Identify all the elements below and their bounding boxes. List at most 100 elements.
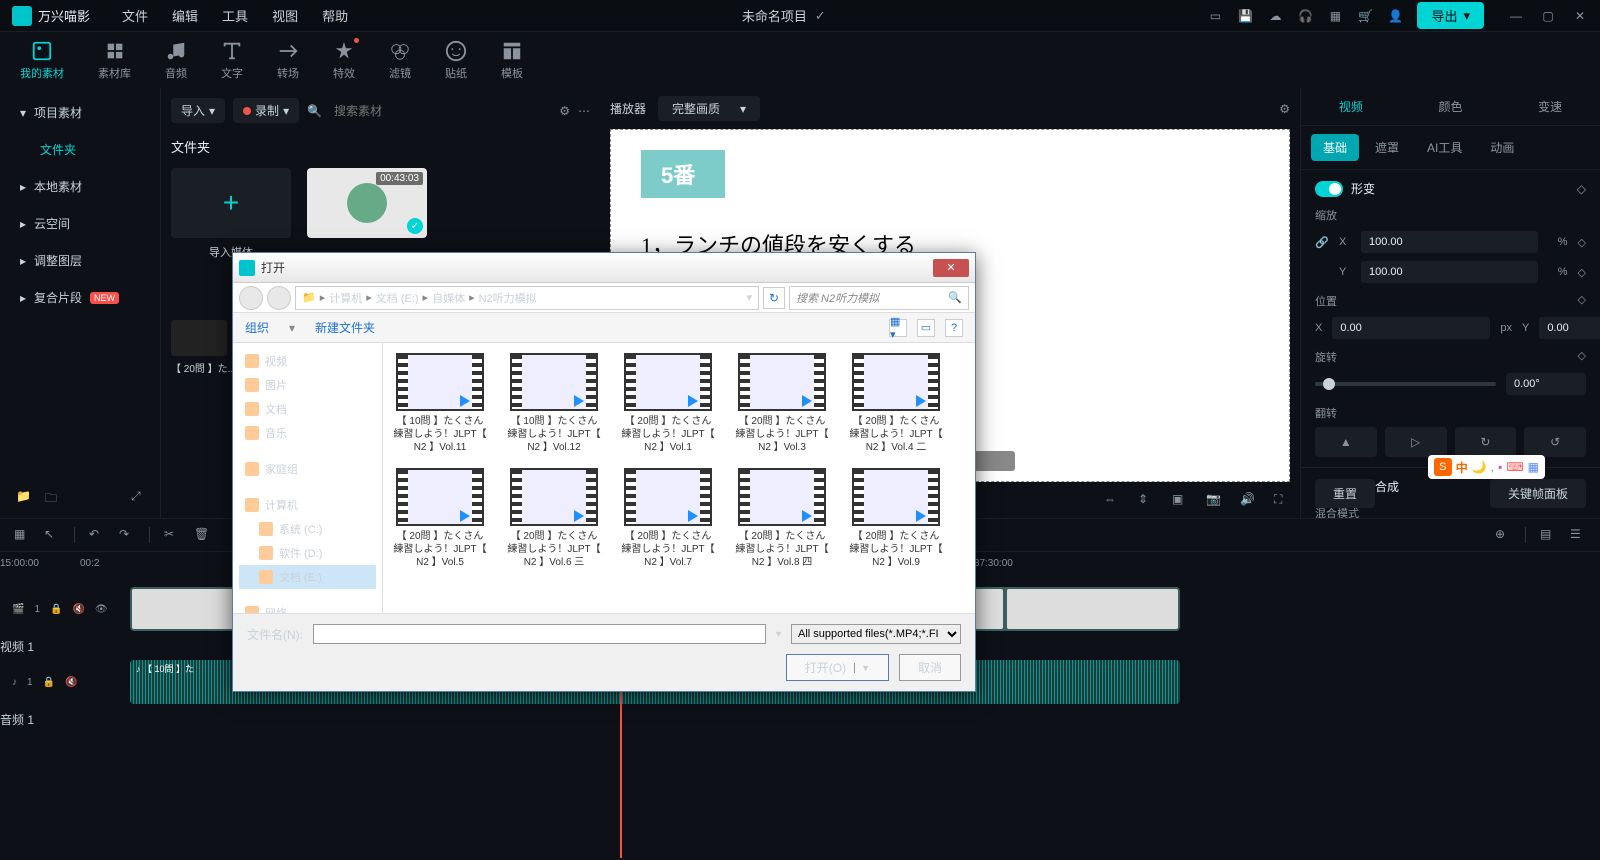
media-search-input[interactable] (330, 100, 551, 122)
tree-node[interactable]: 文档 (E:) (239, 565, 376, 589)
lock-icon[interactable]: 🔒 (50, 604, 62, 615)
tab-text[interactable]: 文字 (221, 40, 243, 81)
fullscreen-icon[interactable]: ⛶ (1274, 492, 1290, 508)
tree-node[interactable]: 家庭组 (239, 457, 376, 481)
menu-file[interactable]: 文件 (110, 6, 160, 25)
expand-icon[interactable]: ⤢ (131, 489, 141, 510)
tree-node[interactable]: 视频 (239, 349, 376, 373)
rotation-slider[interactable] (1315, 382, 1496, 386)
pos-x-input[interactable] (1332, 317, 1490, 339)
ptab-color[interactable]: 颜色 (1401, 88, 1501, 125)
tree-node[interactable]: 系统 (C:) (239, 517, 376, 541)
flip-v-icon[interactable]: ⇕ (1138, 492, 1154, 508)
link-icon[interactable]: 🔗 (1315, 236, 1329, 249)
sidebar-item-project[interactable]: ▾项目素材 (0, 94, 160, 131)
menu-help[interactable]: 帮助 (310, 6, 360, 25)
keyframe-panel-button[interactable]: 关键帧面板 (1490, 479, 1586, 508)
visibility-icon[interactable]: 👁 (95, 604, 108, 615)
snapshot-icon[interactable]: 📷 (1206, 492, 1222, 508)
crop-icon[interactable]: ▣ (1172, 492, 1188, 508)
quality-dropdown[interactable]: 完整画质▾ (658, 96, 760, 121)
ptab-speed[interactable]: 变速 (1500, 88, 1600, 125)
minimize-icon[interactable]: — (1508, 8, 1524, 24)
sidebar-item-compound[interactable]: ▸复合片段NEW (0, 279, 160, 316)
stab-ai[interactable]: AI工具 (1415, 134, 1474, 161)
grid-icon[interactable]: ▤ (1540, 527, 1556, 543)
video-track-icon[interactable]: 🎬 (12, 604, 24, 615)
file-item[interactable]: 【 20問 】たくさん練習しよう！JLPT【 N2 】Vol.4 二 (849, 353, 943, 454)
file-item[interactable]: 【 20問 】たくさん練習しよう！JLPT【 N2 】Vol.8 四 (735, 468, 829, 569)
moon-icon[interactable]: 🌙 (1472, 460, 1487, 474)
view-mode-button[interactable]: ▦ ▾ (889, 319, 907, 337)
headphones-icon[interactable]: 🎧 (1297, 8, 1313, 24)
stab-basic[interactable]: 基础 (1311, 134, 1359, 161)
tab-stickers[interactable]: 贴纸 (445, 40, 467, 81)
redo-icon[interactable]: ↷ (119, 527, 135, 543)
nav-back-button[interactable] (239, 286, 263, 310)
sidebar-item-cloud[interactable]: ▸云空间 (0, 205, 160, 242)
tree-node[interactable]: 网络 (239, 601, 376, 613)
zoom-in-icon[interactable]: ⊕ (1495, 527, 1511, 543)
scale-x-input[interactable] (1361, 231, 1538, 253)
keyframe-icon[interactable]: ◇ (1578, 349, 1586, 365)
tab-templates[interactable]: 模板 (501, 40, 523, 81)
tree-node[interactable]: 音乐 (239, 421, 376, 445)
open-dropdown-icon[interactable]: ▼ (854, 663, 870, 673)
mute-icon[interactable]: 🔇 (65, 677, 77, 688)
user-icon[interactable]: 👤 (1387, 8, 1403, 24)
rotation-input[interactable] (1506, 373, 1586, 395)
open-button[interactable]: 打开(O) ▼ (786, 654, 889, 681)
ime-toolbar[interactable]: S 中 🌙 , ▪ ⌨ ▦ (1428, 455, 1545, 479)
filter-select[interactable]: All supported files(*.MP4;*.FI (791, 624, 961, 644)
sidebar-item-folder[interactable]: 文件夹 (0, 131, 160, 168)
cart-icon[interactable]: 🛒 (1357, 8, 1373, 24)
import-dropdown[interactable]: 导入▾ (171, 98, 225, 123)
file-item[interactable]: 【 10問 】たくさん練習しよう！JLPT【 N2 】Vol.11 (393, 353, 487, 454)
folder-icon[interactable]: 🗀 (45, 489, 57, 510)
file-item[interactable]: 【 20問 】たくさん練習しよう！JLPT【 N2 】Vol.5 (393, 468, 487, 569)
player-settings-icon[interactable]: ⚙ (1279, 102, 1290, 116)
organize-button[interactable]: 组织 (245, 319, 269, 336)
tree-node[interactable]: 图片 (239, 373, 376, 397)
maximize-icon[interactable]: ▢ (1540, 8, 1556, 24)
flip-h-icon[interactable]: ⇔ (1104, 492, 1120, 508)
sidebar-item-adjust[interactable]: ▸调整图层 (0, 242, 160, 279)
tab-effects[interactable]: 特效 (333, 40, 355, 81)
filename-input[interactable] (313, 624, 766, 644)
import-media-button[interactable]: + (171, 168, 291, 238)
save-icon[interactable]: 💾 (1237, 8, 1253, 24)
pos-y-input[interactable] (1539, 317, 1600, 339)
reset-button[interactable]: 重置 (1315, 479, 1375, 508)
ptab-video[interactable]: 视频 (1301, 88, 1401, 125)
cursor-icon[interactable]: ↖ (44, 527, 60, 543)
transform-reset-icon[interactable]: ◇ (1577, 182, 1586, 196)
dialog-close-button[interactable]: ✕ (933, 259, 969, 277)
help-button[interactable]: ? (945, 319, 963, 337)
filter-icon[interactable]: ⚙ (559, 104, 570, 118)
cut-icon[interactable]: ✂ (164, 527, 180, 543)
tree-node[interactable]: 计算机 (239, 493, 376, 517)
list-icon[interactable]: ☰ (1570, 527, 1586, 543)
tab-audio[interactable]: 音频 (165, 40, 187, 81)
file-item[interactable]: 【 20問 】たくさん練習しよう！JLPT【 N2 】Vol.1 (621, 353, 715, 454)
nav-forward-button[interactable] (267, 286, 291, 310)
tab-transition[interactable]: 转场 (277, 40, 299, 81)
file-item[interactable]: 【 20問 】たくさん練習しよう！JLPT【 N2 】Vol.7 (621, 468, 715, 569)
tab-filters[interactable]: 滤镜 (389, 40, 411, 81)
keyboard-icon[interactable]: ⌨ (1506, 460, 1523, 474)
refresh-button[interactable]: ↻ (763, 287, 785, 309)
rotate-ccw-button[interactable]: ↺ (1524, 427, 1586, 457)
file-item[interactable]: 【 20問 】たくさん練習しよう！JLPT【 N2 】Vol.3 (735, 353, 829, 454)
menu-tools[interactable]: 工具 (210, 6, 260, 25)
grid-icon[interactable]: ▦ (1528, 460, 1539, 474)
breadcrumb[interactable]: 📁▸ 计算机▸ 文档 (E:)▸ 自媒体▸ N2听力模拟 ▾ (295, 286, 759, 310)
rotate-cw-button[interactable]: ↻ (1455, 427, 1517, 457)
volume-icon[interactable]: 🔊 (1240, 492, 1256, 508)
badge-icon[interactable]: ▪ (1498, 460, 1502, 474)
tree-node[interactable]: 软件 (D:) (239, 541, 376, 565)
dialog-search-input[interactable]: 搜索 N2听力模拟 🔍 (789, 286, 969, 310)
flip-h-button[interactable]: ▲ (1315, 427, 1377, 457)
record-dropdown[interactable]: 录制▾ (233, 98, 299, 123)
stab-mask[interactable]: 遮罩 (1363, 134, 1411, 161)
select-tool-icon[interactable]: ▦ (14, 527, 30, 543)
